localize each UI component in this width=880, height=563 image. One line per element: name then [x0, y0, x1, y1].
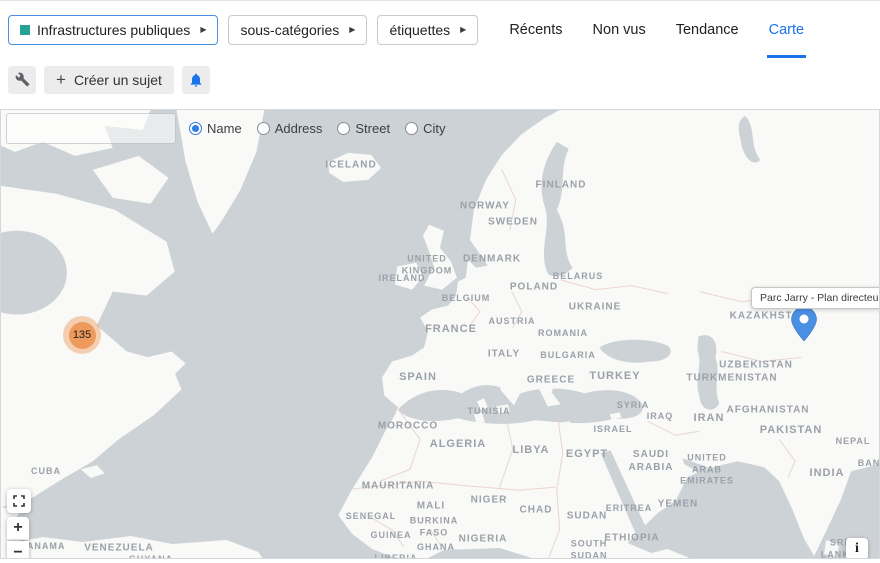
search-mode-radio-city[interactable]: City [405, 121, 445, 136]
app-page: Infrastructures publiques▶sous-catégorie… [0, 0, 880, 563]
pin-icon [791, 307, 817, 341]
marker-cluster[interactable]: 135 [63, 316, 101, 354]
radio-icon [337, 122, 350, 135]
filter-button-sous-categories[interactable]: sous-catégories ▶ [228, 15, 367, 45]
filter-button-etiquettes[interactable]: étiquettes ▶ [377, 15, 478, 45]
filter-button-infrastructures-publiques[interactable]: Infrastructures publiques ▶ [8, 15, 218, 45]
create-topic-button[interactable]: + Créer un sujet [44, 66, 174, 94]
map-pin[interactable] [791, 307, 817, 341]
search-mode-radio-street[interactable]: Street [337, 121, 390, 136]
filter-label: étiquettes [389, 22, 450, 38]
notifications-button[interactable] [182, 66, 210, 94]
filter-label: Infrastructures publiques [37, 22, 190, 38]
tab-carte[interactable]: Carte [767, 1, 806, 58]
chevron-right-icon: ▶ [349, 26, 355, 34]
zoom-out-button[interactable]: − [7, 541, 29, 559]
bell-icon [188, 72, 204, 88]
world-map-graphic [1, 110, 879, 558]
search-mode-radio-address[interactable]: Address [257, 121, 323, 136]
radio-icon [189, 122, 202, 135]
filter-label: sous-catégories [240, 22, 339, 38]
radio-label: Street [355, 121, 390, 136]
settings-wrench-button[interactable] [8, 66, 36, 94]
filter-tab-bar: Infrastructures publiques▶sous-catégorie… [0, 1, 880, 58]
radio-icon [257, 122, 270, 135]
search-mode-radio-name[interactable]: Name [189, 121, 242, 136]
fullscreen-button[interactable] [7, 489, 31, 513]
tab-non-vus[interactable]: Non vus [591, 1, 648, 58]
tab-tendance[interactable]: Tendance [674, 1, 741, 58]
pin-tooltip: Parc Jarry - Plan directeur [751, 287, 880, 309]
radio-icon [405, 122, 418, 135]
search-mode-group: Name Address Street City [189, 121, 445, 136]
plus-icon: + [56, 71, 66, 88]
toolbar: + Créer un sujet [0, 58, 880, 101]
tab-bar: Récents Non vus Tendance Carte [494, 1, 819, 58]
wrench-icon [15, 72, 30, 87]
fullscreen-icon [13, 495, 25, 507]
tab-recents[interactable]: Récents [507, 1, 564, 58]
zoom-in-button[interactable]: + [7, 517, 29, 540]
chevron-right-icon: ▶ [200, 26, 206, 34]
chevron-right-icon: ▶ [460, 26, 466, 34]
radio-label: City [423, 121, 445, 136]
radio-label: Address [275, 121, 323, 136]
radio-label: Name [207, 121, 242, 136]
filter-group: Infrastructures publiques▶sous-catégorie… [8, 15, 488, 45]
attribution-info-button[interactable]: i [846, 538, 868, 559]
map-search-input[interactable] [6, 113, 176, 144]
map-canvas[interactable]: ICELANDNORWAYSWEDENFINLANDDENMARKUNITED … [0, 109, 880, 559]
category-color-swatch [20, 25, 30, 35]
cluster-count: 135 [73, 329, 91, 341]
create-topic-label: Créer un sujet [74, 72, 162, 88]
